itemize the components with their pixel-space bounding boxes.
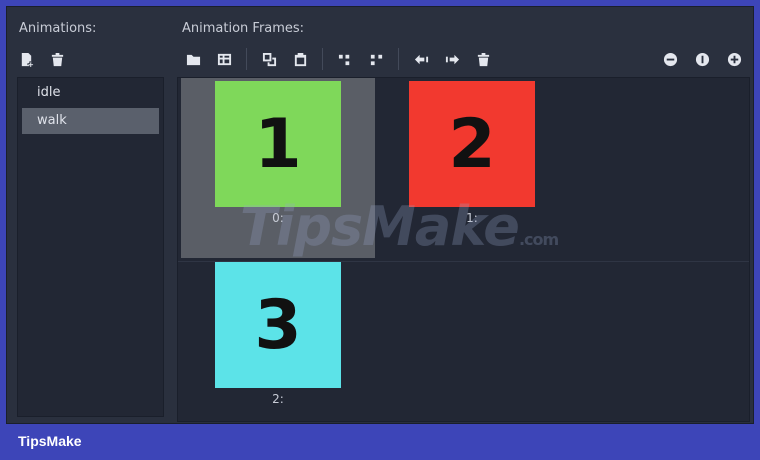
- insert-after-button[interactable]: [365, 48, 387, 70]
- toolbar-separator: [398, 48, 399, 70]
- copy-frame-button[interactable]: [258, 48, 280, 70]
- grid-icon: [217, 53, 231, 65]
- remove-animation-button[interactable]: [46, 48, 68, 70]
- animation-frames-section: Animation Frames: 1 0: 2 1: 3 2:: [174, 7, 753, 423]
- frame-label: 2:: [272, 392, 284, 406]
- frame-thumbnail: 2: [409, 81, 535, 207]
- move-right-button[interactable]: [441, 48, 463, 70]
- frame-number: 3: [254, 285, 302, 365]
- frame-label: 0:: [272, 211, 284, 225]
- animations-section: Animations: idle walk: [7, 7, 174, 423]
- animations-toolbar: [15, 47, 68, 71]
- insert-before-button[interactable]: [334, 48, 356, 70]
- arrow-right-icon: [445, 54, 459, 64]
- toolbar-separator: [322, 48, 323, 70]
- new-animation-button[interactable]: [15, 48, 37, 70]
- arrow-left-icon: [414, 54, 428, 64]
- move-left-button[interactable]: [410, 48, 432, 70]
- footer-brand: TipsMake: [18, 433, 82, 449]
- new-file-icon: [21, 52, 33, 67]
- paste-frame-button[interactable]: [289, 48, 311, 70]
- frames-toolbar: [182, 47, 494, 71]
- animation-frames-title: Animation Frames:: [182, 21, 305, 36]
- animations-title: Animations:: [19, 21, 97, 36]
- add-from-sheet-button[interactable]: [213, 48, 235, 70]
- insert-after-icon: [370, 54, 382, 65]
- sprite-frames-panel: Animations: idle walk Animation Frames:: [6, 6, 754, 424]
- insert-before-icon: [338, 54, 349, 65]
- zoom-in-button[interactable]: [723, 48, 745, 70]
- toolbar-separator: [246, 48, 247, 70]
- animation-item-walk[interactable]: walk: [22, 108, 159, 134]
- frame-label: 1:: [466, 211, 478, 225]
- frame-item-2[interactable]: 3 2:: [181, 259, 375, 421]
- trash-icon: [477, 52, 489, 66]
- frame-thumbnail: 3: [215, 262, 341, 388]
- animation-item-idle[interactable]: idle: [22, 80, 159, 106]
- zoom-toolbar: [659, 47, 745, 71]
- frame-number: 2: [448, 104, 496, 184]
- frame-number: 1: [254, 104, 302, 184]
- zoom-reset-icon: [695, 52, 709, 66]
- frame-item-1[interactable]: 2 1:: [375, 78, 569, 258]
- copy-icon: [262, 52, 276, 66]
- zoom-reset-button[interactable]: [691, 48, 713, 70]
- frame-item-0[interactable]: 1 0:: [181, 78, 375, 258]
- delete-frame-button[interactable]: [472, 48, 494, 70]
- zoom-in-icon: [727, 52, 741, 66]
- zoom-out-icon: [663, 52, 677, 66]
- trash-icon: [51, 52, 63, 66]
- zoom-out-button[interactable]: [659, 48, 681, 70]
- frame-thumbnail: 1: [215, 81, 341, 207]
- paste-icon: [294, 52, 306, 66]
- load-frame-button[interactable]: [182, 48, 204, 70]
- frame-grid: 1 0: 2 1: 3 2:: [177, 77, 750, 422]
- folder-icon: [186, 54, 200, 65]
- animation-list: idle walk: [17, 77, 164, 417]
